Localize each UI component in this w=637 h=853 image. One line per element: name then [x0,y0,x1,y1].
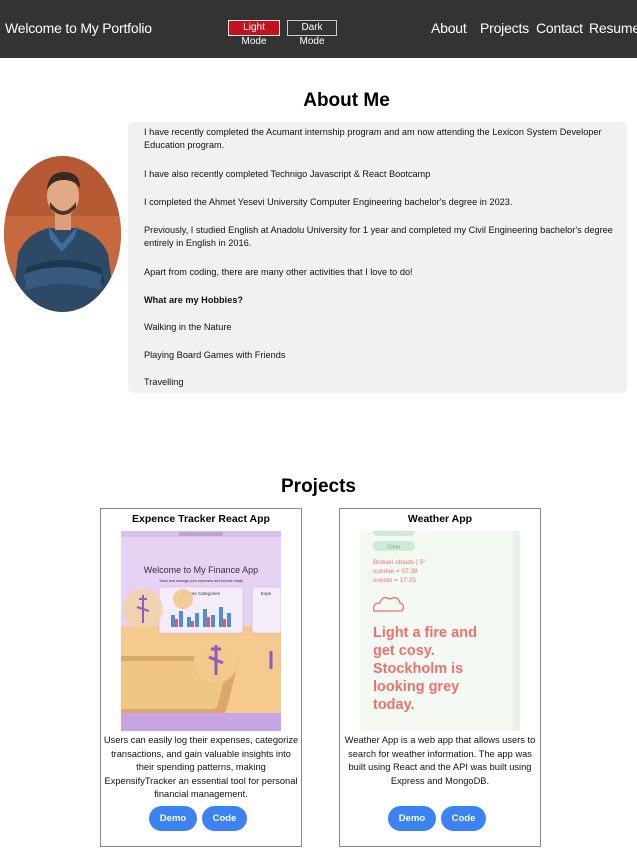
about-paragraph: Apart from coding, there are many other … [144,267,413,277]
about-paragraph: I have recently completed the Acumant in… [144,127,602,150]
project-title: Expence Tracker React App [132,513,270,525]
code-button[interactable]: Code [441,806,486,831]
top-navbar: Welcome to My Portfolio Light Mode Dark … [0,0,637,58]
project-screenshot: Welcome to My Finance App Track and mana… [121,531,281,731]
brand-title: Welcome to My Portfolio [5,20,152,36]
nav-link-contact[interactable]: Contact [536,20,583,36]
hobby-item: Playing Board Games with Friends [144,350,286,360]
project-title: Weather App [407,513,473,525]
about-paragraph: I have also recently completed Technigo … [144,169,431,179]
project-card-weather-app: Weather App Clear Broken clouds | 5° sun… [339,508,541,847]
svg-text:today.: today. [373,697,415,713]
demo-button[interactable]: Demo [149,806,197,831]
finance-app-heading: Welcome to My Finance App [144,565,258,575]
svg-text:Stockholm is: Stockholm is [373,661,463,677]
svg-text:Light a fire and: Light a fire and [373,625,477,641]
nav-link-projects[interactable]: Projects [480,20,529,36]
hobbies-heading: What are my Hobbies? [144,295,244,305]
expense-panel-label: Expe [261,591,272,596]
profile-photo [4,156,121,312]
about-paragraph: Previously, I studied English at Anadolu… [144,225,613,248]
hobby-item: Walking in the Nature [144,322,232,332]
about-text-card: I have recently completed the Acumant in… [128,122,627,393]
projects-heading: Projects [281,476,356,497]
weather-summary: Broken clouds | 5° [373,558,426,566]
light-mode-button[interactable]: Light Mode [228,20,280,47]
project-description: Weather App is a web app that allows use… [344,735,536,786]
project-card-expense-tracker: Expence Tracker React App Welcome to My … [100,508,302,847]
hobby-item: Travelling [144,377,184,387]
dark-mode-button[interactable]: Dark Mode [287,20,337,47]
sunrise-time: sunrise = 07:38 [373,568,418,575]
svg-text:looking grey: looking grey [373,679,459,695]
demo-button[interactable]: Demo [388,806,436,831]
project-description: Users can easily log their expenses, cat… [103,735,299,799]
weather-condition-pill: Clear [387,545,400,551]
svg-text:get cosy.: get cosy. [373,643,435,659]
nav-link-about[interactable]: About [431,20,467,36]
sunset-time: sunset = 17:25 [373,577,416,584]
about-heading: About Me [303,90,390,111]
finance-app-subheading: Track and manage your expenses and incom… [159,579,243,583]
about-paragraph: I completed the Ahmet Yesevi University … [144,197,513,207]
project-screenshot: Clear Broken clouds | 5° sunrise = 07:38… [360,531,520,731]
nav-link-resume[interactable]: Resume [589,20,637,36]
code-button[interactable]: Code [202,806,247,831]
